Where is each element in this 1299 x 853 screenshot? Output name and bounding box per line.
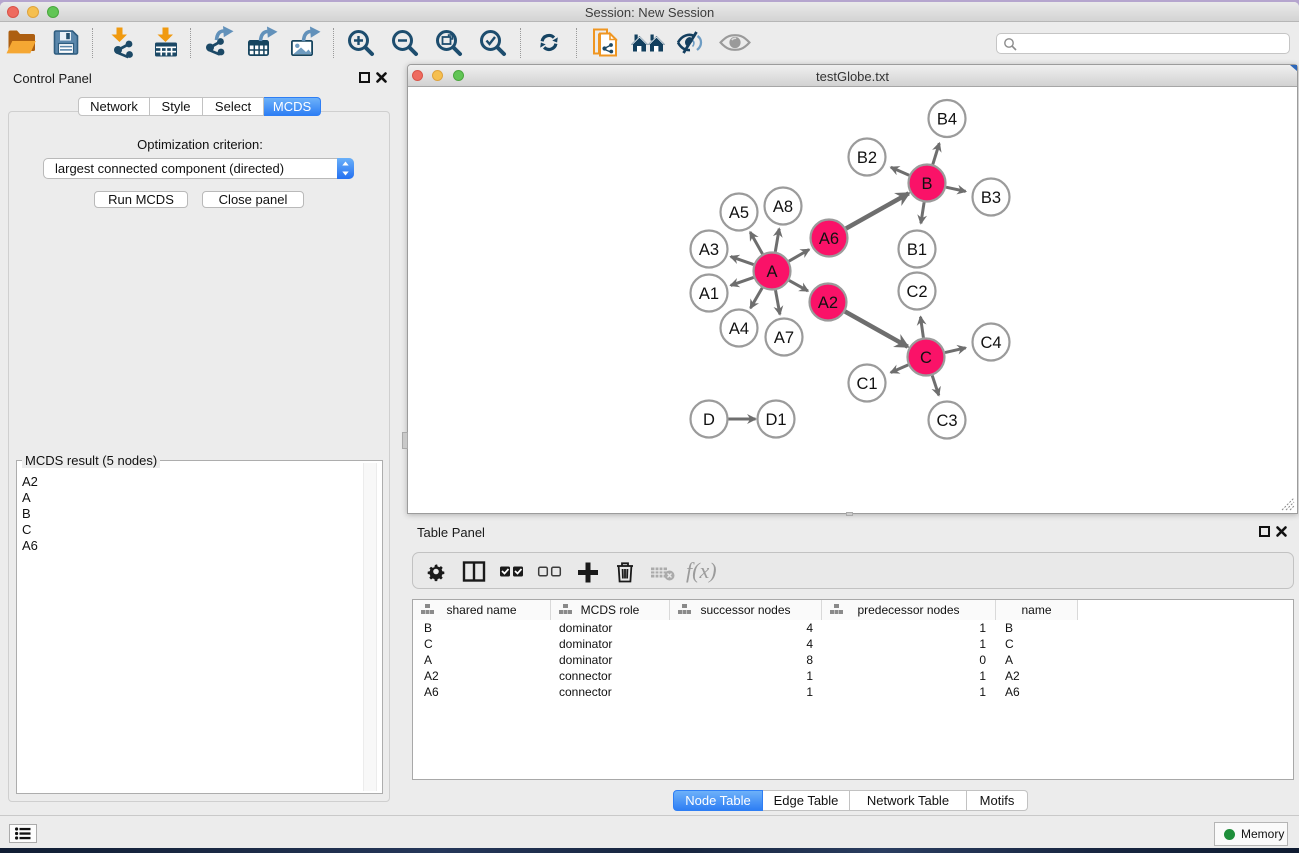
svg-text:B3: B3 — [981, 189, 1001, 207]
svg-text:B4: B4 — [937, 111, 957, 129]
svg-text:A1: A1 — [699, 285, 719, 303]
svg-text:C2: C2 — [906, 283, 927, 301]
svg-text:A3: A3 — [699, 241, 719, 259]
svg-text:B: B — [921, 175, 932, 193]
svg-text:D: D — [703, 411, 715, 429]
svg-text:C3: C3 — [936, 412, 957, 430]
svg-text:B1: B1 — [907, 241, 927, 259]
svg-text:A6: A6 — [819, 230, 839, 248]
svg-text:C1: C1 — [856, 375, 877, 393]
svg-text:C4: C4 — [980, 334, 1001, 352]
svg-text:C: C — [920, 349, 932, 367]
svg-text:A2: A2 — [818, 294, 838, 312]
svg-text:A5: A5 — [729, 204, 749, 222]
svg-text:A7: A7 — [774, 329, 794, 347]
svg-text:A4: A4 — [729, 320, 749, 338]
svg-text:D1: D1 — [765, 411, 786, 429]
svg-text:A8: A8 — [773, 198, 793, 216]
svg-text:B2: B2 — [857, 149, 877, 167]
svg-text:A: A — [766, 263, 777, 281]
